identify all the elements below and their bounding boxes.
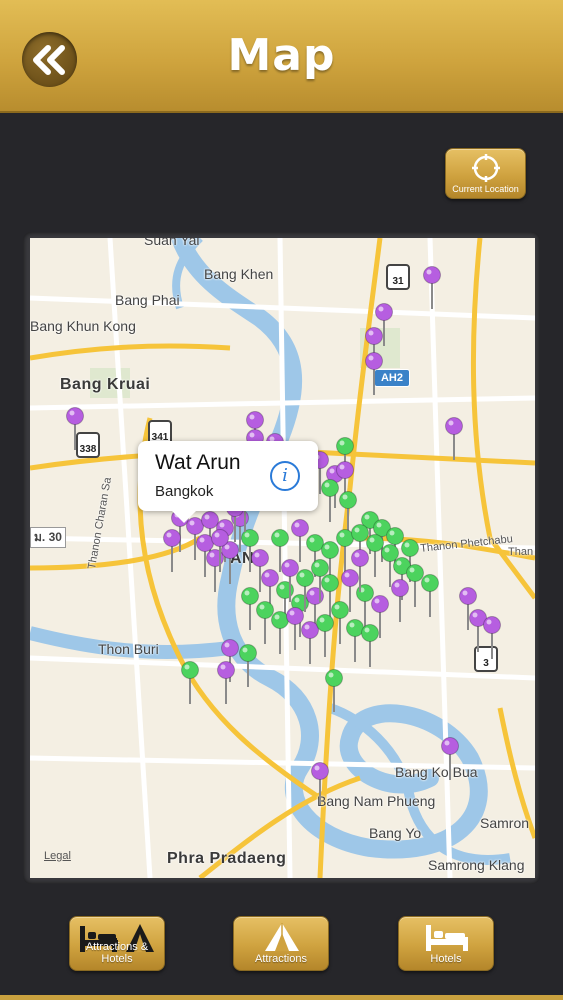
attraction-pin[interactable]: [445, 417, 463, 461]
attraction-pin[interactable]: [221, 541, 239, 585]
hotel-pin[interactable]: [239, 644, 257, 688]
attraction-pin[interactable]: [291, 519, 309, 563]
attraction-pin[interactable]: [311, 762, 329, 806]
tab-attractions-label: Attractions: [255, 953, 307, 965]
attraction-pin[interactable]: [423, 266, 441, 310]
hotel-pin[interactable]: [271, 611, 289, 655]
page-title: Map: [227, 30, 336, 81]
attraction-pin[interactable]: [163, 529, 181, 573]
tab-hotels-label: Hotels: [430, 953, 462, 965]
tab-attractions-hotels-label: Attractions & Hotels: [85, 941, 149, 965]
map-view[interactable]: Suan Yai Bang Khen Bang Phai Bang Khun K…: [30, 238, 535, 878]
hotel-pin[interactable]: [316, 614, 334, 658]
info-icon[interactable]: i: [270, 461, 300, 491]
bottom-accent-bar: [0, 995, 563, 1000]
attraction-pin[interactable]: [483, 616, 501, 660]
hotel-pin[interactable]: [361, 624, 379, 668]
legal-link[interactable]: Legal: [44, 850, 71, 862]
callout-subtitle: Bangkok: [155, 483, 214, 500]
attraction-pin[interactable]: [217, 661, 235, 705]
attraction-pin[interactable]: [365, 352, 383, 396]
tab-attractions[interactable]: Attractions: [233, 916, 329, 971]
hotel-pin[interactable]: [331, 601, 349, 645]
attraction-pin[interactable]: [469, 609, 487, 653]
attraction-pin[interactable]: [441, 737, 459, 781]
crosshair-icon: [472, 154, 500, 182]
current-location-label: Current Location: [452, 184, 519, 194]
current-location-button[interactable]: Current Location: [445, 148, 526, 199]
attraction-pin[interactable]: [301, 621, 319, 665]
attraction-pin[interactable]: [391, 579, 409, 623]
hotel-pin[interactable]: [256, 601, 274, 645]
hotel-pin[interactable]: [336, 529, 354, 573]
attraction-pin[interactable]: [66, 407, 84, 451]
hotel-pin[interactable]: [366, 534, 384, 578]
callout-title: Wat Arun: [155, 451, 241, 474]
hotel-pin[interactable]: [241, 587, 259, 631]
map-callout[interactable]: Wat Arun Bangkok i: [138, 441, 318, 523]
map-pins[interactable]: [30, 238, 535, 878]
hotel-pin[interactable]: [181, 661, 199, 705]
hotel-pin[interactable]: [325, 669, 343, 713]
hotel-pin[interactable]: [421, 574, 439, 618]
header-bar: Map: [0, 0, 563, 113]
tab-attractions-hotels[interactable]: Attractions & Hotels: [69, 916, 165, 971]
hotel-pin[interactable]: [346, 619, 364, 663]
tab-hotels[interactable]: Hotels: [398, 916, 494, 971]
tent-icon: [265, 923, 299, 951]
hotel-pin[interactable]: [406, 564, 424, 608]
bed-icon: [426, 925, 468, 951]
